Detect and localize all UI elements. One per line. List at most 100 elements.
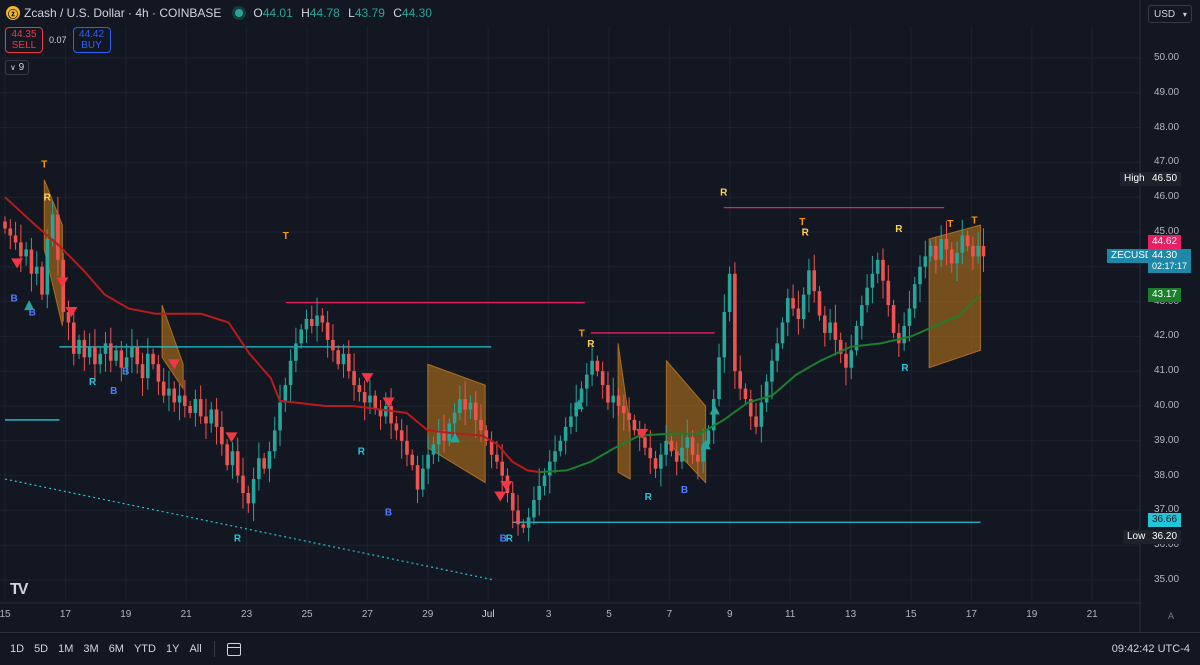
candle-body — [225, 444, 229, 466]
candle-body — [775, 343, 780, 361]
signal-mark-label: R — [895, 224, 903, 235]
candle-body — [272, 430, 277, 452]
green-level-tag: 43.17 — [1148, 288, 1182, 302]
candle-body — [405, 440, 409, 455]
range-1d[interactable]: 1D — [10, 643, 24, 655]
range-1y[interactable]: 1Y — [166, 643, 179, 655]
calendar-icon[interactable] — [226, 642, 241, 656]
spread-value: 0.07 — [49, 35, 67, 45]
candle-body — [923, 256, 928, 267]
candle-body — [891, 305, 896, 333]
candle-body — [473, 402, 478, 420]
signal-mark-label: T — [947, 219, 953, 230]
candle-body — [595, 360, 600, 372]
candle-body — [183, 395, 187, 406]
indicators-toggle[interactable]: ∨ 9 — [5, 60, 30, 75]
candle-body — [526, 517, 531, 528]
signal-mark-label: R — [720, 187, 728, 198]
candle-body — [373, 395, 378, 410]
candle-body — [632, 419, 637, 431]
ohlc-open-value: 44.01 — [262, 6, 293, 20]
candle-body — [807, 270, 811, 295]
high-label: High — [1120, 172, 1149, 186]
candle-body — [394, 423, 399, 431]
candle-body — [785, 298, 790, 323]
candle-body — [410, 454, 415, 466]
candle-body — [362, 392, 367, 403]
candle-body — [357, 385, 362, 393]
candle-body — [801, 294, 806, 319]
candle-body — [468, 402, 473, 410]
range-3m[interactable]: 3M — [83, 643, 98, 655]
candle-body — [833, 322, 838, 340]
candle-body — [82, 339, 87, 358]
candle-body — [537, 486, 541, 500]
tradingview-logo-icon[interactable]: TV — [10, 581, 29, 599]
candle-body — [135, 346, 140, 365]
currency-select[interactable]: USD ▾ — [1148, 5, 1192, 23]
candle-body — [320, 315, 325, 323]
range-6m[interactable]: 6M — [109, 643, 124, 655]
signal-mark-label: B — [122, 367, 129, 378]
price-chart[interactable]: TRTTRRTR R T TBBRBBRRBBRRBR — [0, 0, 1200, 632]
time-tick-label: 21 — [180, 609, 192, 620]
signal-mark-label: R — [802, 227, 810, 238]
time-tick-label: 13 — [845, 609, 857, 620]
clock-display[interactable]: 09:42:42 UTC-4 — [1112, 643, 1190, 655]
candle-body — [976, 245, 980, 257]
candle-body — [177, 395, 182, 403]
candle-body — [336, 350, 341, 365]
range-1m[interactable]: 1M — [58, 643, 73, 655]
candle-body — [108, 343, 113, 361]
price-tick-label: 42.00 — [1154, 330, 1180, 342]
low-price-tag: 36.20 — [1148, 530, 1182, 544]
signal-mark-label: R — [645, 492, 653, 503]
ohlc-open-key: O — [253, 6, 263, 20]
candle-body — [246, 493, 251, 504]
auto-scale-icon[interactable]: A — [1168, 611, 1174, 621]
ohlc-high-key: H — [301, 6, 310, 20]
time-tick-label: 25 — [301, 609, 313, 620]
candle-body — [40, 266, 44, 295]
signal-mark-label: R — [506, 534, 514, 545]
symbol-title[interactable]: Zcash / U.S. Dollar · 4h · COINBASE — [24, 6, 221, 20]
price-tick-label: 47.00 — [1154, 156, 1180, 168]
candle-body — [680, 447, 684, 462]
range-ytd[interactable]: YTD — [134, 643, 156, 655]
candle-body — [622, 406, 626, 413]
candle-body — [627, 412, 631, 420]
high-label-text: High — [1124, 173, 1145, 184]
candle-body — [452, 412, 457, 424]
trade-panel: 44.35 SELL 0.07 44.42 BUY — [5, 27, 111, 53]
signal-mark-label: B — [110, 386, 117, 397]
candle-body — [733, 273, 737, 372]
candle-body — [204, 416, 208, 424]
cyan-level-value: 36.66 — [1152, 514, 1178, 525]
last-price-value: 44.30 — [1152, 250, 1178, 261]
candle-body — [616, 395, 621, 406]
candle-body — [495, 454, 499, 462]
red-level-tag: 44.62 — [1148, 235, 1182, 249]
candle-body — [241, 475, 245, 493]
candle-body — [45, 238, 50, 295]
currency-label: USD — [1154, 9, 1176, 20]
sell-button[interactable]: 44.35 SELL — [5, 27, 43, 53]
candle-body — [918, 266, 922, 285]
candle-body — [341, 353, 346, 365]
candle-body — [209, 409, 214, 424]
range-all[interactable]: All — [189, 643, 201, 655]
signal-mark-label: B — [681, 485, 688, 496]
candle-body — [431, 444, 436, 455]
volatility-band — [427, 363, 486, 484]
range-5d[interactable]: 5D — [34, 643, 48, 655]
signal-mark-label: B — [29, 308, 36, 319]
signal-mark-label: B — [385, 508, 392, 519]
ohlc-low-key: L — [348, 6, 355, 20]
candle-body — [230, 451, 235, 466]
buy-button[interactable]: 44.42 BUY — [72, 27, 111, 53]
candle-body — [669, 440, 674, 452]
ohlc-high-value: 44.78 — [309, 6, 340, 20]
candle-body — [304, 319, 309, 330]
candle-body — [368, 395, 372, 403]
candle-body — [151, 353, 155, 365]
